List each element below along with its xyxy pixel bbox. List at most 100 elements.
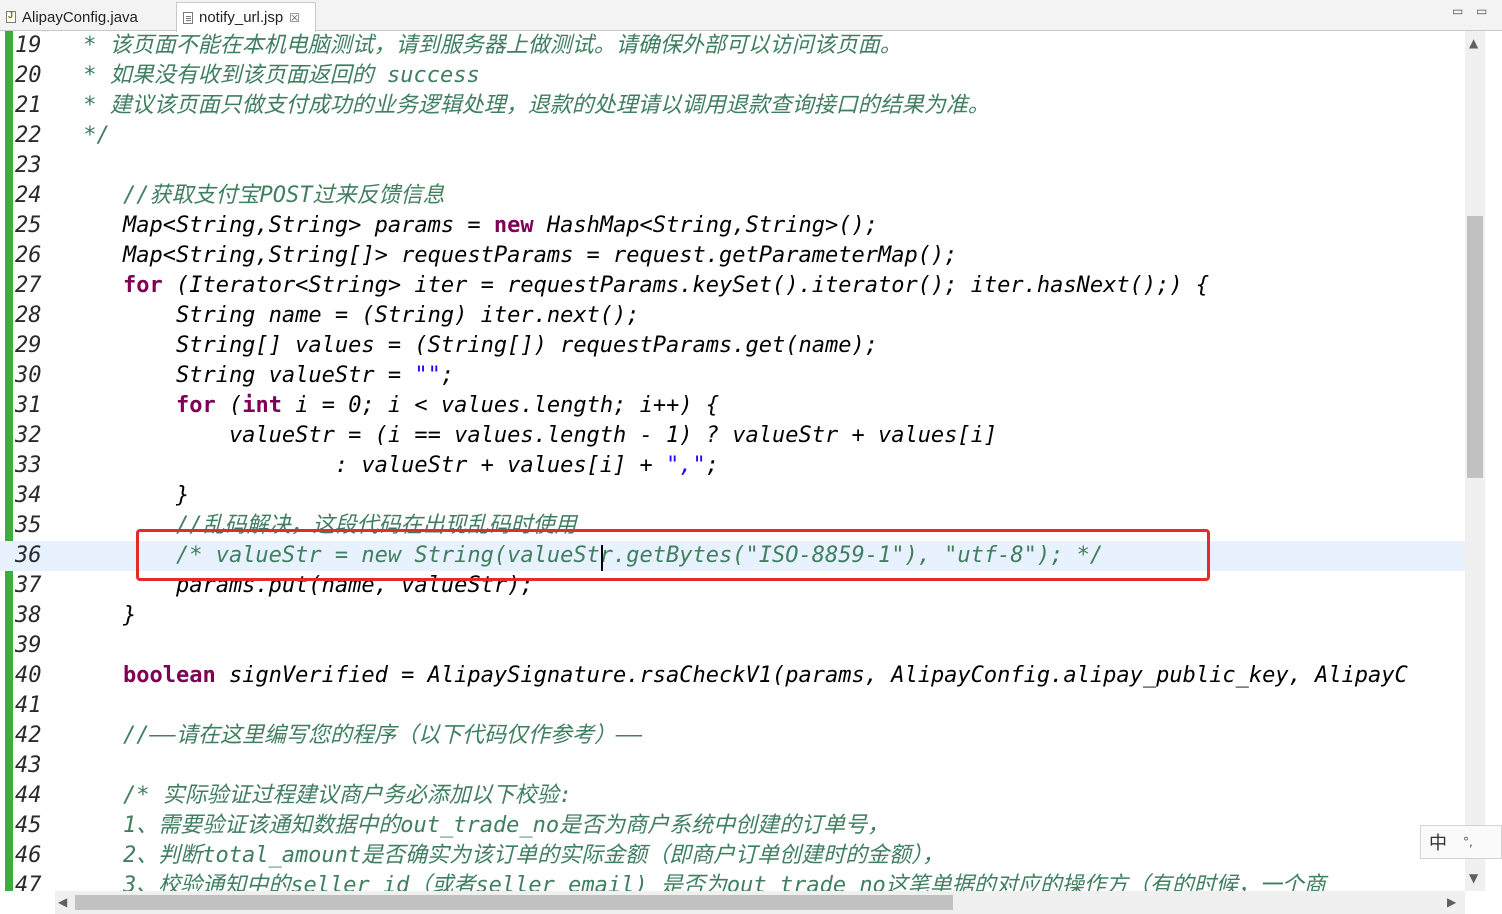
- code-token: (: [215, 393, 243, 418]
- line-number: 32: [15, 423, 42, 448]
- code-text: for (int i = 0; i < values.length; i++) …: [70, 391, 719, 421]
- code-string: ",": [666, 453, 706, 478]
- code-text: String valueStr = "";: [70, 361, 454, 391]
- code-comment: 1、需要验证该通知数据中的out_trade_no是否为商户系统中创建的订单号，: [70, 813, 890, 838]
- code-line[interactable]: 32 valueStr = (i == values.length - 1) ?…: [0, 421, 1465, 451]
- code-token: i = 0; i < values.length; i++) {: [281, 393, 720, 418]
- code-text: */: [70, 121, 110, 151]
- code-text: * 该页面不能在本机电脑测试，请到服务器上做测试。请确保外部可以访问该页面。: [70, 31, 902, 61]
- scroll-right-icon[interactable]: ▶: [1447, 895, 1456, 909]
- horizontal-scrollbar[interactable]: ◀ ▶: [55, 891, 1465, 914]
- code-line[interactable]: 22 */: [0, 121, 1465, 151]
- line-number: 47: [15, 873, 42, 891]
- code-line[interactable]: 31 for (int i = 0; i < values.length; i+…: [0, 391, 1465, 421]
- line-number: 23: [15, 153, 42, 178]
- code-editor[interactable]: 19 * 该页面不能在本机电脑测试，请到服务器上做测试。请确保外部可以访问该页面…: [0, 31, 1502, 914]
- line-number: 29: [15, 333, 42, 358]
- code-token: }: [70, 603, 137, 628]
- close-tab-icon[interactable]: ☒: [289, 11, 300, 25]
- code-text: boolean signVerified = AlipaySignature.r…: [70, 661, 1408, 691]
- code-line[interactable]: 23: [0, 151, 1465, 181]
- code-text: String name = (String) iter.next();: [70, 301, 640, 331]
- code-line[interactable]: 25 Map<String,String> params = new HashM…: [0, 211, 1465, 241]
- code-keyword: for: [122, 273, 163, 298]
- code-line[interactable]: 26 Map<String,String[]> requestParams = …: [0, 241, 1465, 271]
- ime-indicator[interactable]: 中 °,: [1420, 825, 1502, 859]
- code-token: String[] values = (String[]) requestPara…: [70, 333, 878, 358]
- code-token: (Iterator<String> iter = requestParams.k…: [162, 273, 1210, 298]
- code-line[interactable]: 45 1、需要验证该通知数据中的out_trade_no是否为商户系统中创建的订…: [0, 811, 1465, 841]
- code-comment: 3、校验通知中的seller_id（或者seller_email) 是否为out…: [70, 873, 1326, 891]
- ime-mode-label: 中: [1429, 833, 1447, 854]
- code-comment: //——请在这里编写您的程序（以下代码仅作参考）——: [70, 723, 643, 748]
- code-line[interactable]: 33 : valueStr + values[i] + ",";: [0, 451, 1465, 481]
- horizontal-scroll-thumb[interactable]: [75, 895, 953, 910]
- line-number: 19: [15, 33, 42, 58]
- code-token: Map<String,String[]> requestParams = req…: [70, 243, 958, 268]
- code-text: : valueStr + values[i] + ",";: [70, 451, 719, 481]
- tab-alipayconfig-java[interactable]: AlipayConfig.java: [0, 3, 174, 31]
- code-text: * 建议该页面只做支付成功的业务逻辑处理，退款的处理请以调用退款查询接口的结果为…: [70, 91, 990, 121]
- code-line[interactable]: 24 //获取支付宝POST过来反馈信息: [0, 181, 1465, 211]
- code-line[interactable]: 40 boolean signVerified = AlipaySignatur…: [0, 661, 1465, 691]
- code-line[interactable]: 39: [0, 631, 1465, 661]
- code-token: valueStr = (i == values.length - 1) ? va…: [70, 423, 998, 448]
- scroll-left-icon[interactable]: ◀: [58, 895, 67, 909]
- line-number: 40: [15, 663, 42, 688]
- scroll-up-icon[interactable]: ▲: [1469, 36, 1478, 50]
- code-text: String[] values = (String[]) requestPara…: [70, 331, 878, 361]
- line-number: 28: [15, 303, 42, 328]
- line-number: 46: [15, 843, 42, 868]
- tab-notify-url-jsp[interactable]: notify_url.jsp ☒: [176, 2, 316, 32]
- code-token: }: [70, 483, 190, 508]
- code-line[interactable]: 44 /* 实际验证过程建议商户务必添加以下校验:: [0, 781, 1465, 811]
- code-comment: 2、判断total_amount是否确实为该订单的实际金额（即商户订单创建时的金…: [70, 843, 945, 868]
- code-token: ;: [440, 363, 455, 388]
- code-text: 2、判断total_amount是否确实为该订单的实际金额（即商户订单创建时的金…: [70, 841, 944, 871]
- code-text: Map<String,String> params = new HashMap<…: [70, 211, 878, 241]
- code-line[interactable]: 21 * 建议该页面只做支付成功的业务逻辑处理，退款的处理请以调用退款查询接口的…: [0, 91, 1465, 121]
- code-line[interactable]: 27 for (Iterator<String> iter = requestP…: [0, 271, 1465, 301]
- code-line[interactable]: 19 * 该页面不能在本机电脑测试，请到服务器上做测试。请确保外部可以访问该页面…: [0, 31, 1465, 61]
- code-text: 1、需要验证该通知数据中的out_trade_no是否为商户系统中创建的订单号，: [70, 811, 889, 841]
- line-number: 44: [15, 783, 42, 808]
- scroll-down-icon[interactable]: ▼: [1469, 871, 1478, 885]
- text-caret: [601, 545, 603, 571]
- line-number: 26: [15, 243, 42, 268]
- code-text: //——请在这里编写您的程序（以下代码仅作参考）——: [70, 721, 642, 751]
- code-lines[interactable]: 19 * 该页面不能在本机电脑测试，请到服务器上做测试。请确保外部可以访问该页面…: [0, 31, 1465, 891]
- code-line[interactable]: 41: [0, 691, 1465, 721]
- editor-tab-bar: AlipayConfig.java notify_url.jsp ☒ ▭ ▭: [0, 0, 1502, 32]
- minimize-icon[interactable]: ▭: [1452, 4, 1463, 18]
- code-text: valueStr = (i == values.length - 1) ? va…: [70, 421, 997, 451]
- line-number: 43: [15, 753, 42, 778]
- code-line[interactable]: 47 3、校验通知中的seller_id（或者seller_email) 是否为…: [0, 871, 1465, 891]
- code-line[interactable]: 46 2、判断total_amount是否确实为该订单的实际金额（即商户订单创建…: [0, 841, 1465, 871]
- vertical-scroll-thumb[interactable]: [1467, 216, 1483, 478]
- code-token: String name = (String) iter.next();: [70, 303, 640, 328]
- java-file-icon: [6, 10, 16, 23]
- code-text: //获取支付宝POST过来反馈信息: [70, 181, 444, 211]
- line-number: 22: [15, 123, 42, 148]
- code-line[interactable]: 38 }: [0, 601, 1465, 631]
- code-token: String valueStr =: [70, 363, 415, 388]
- vertical-scrollbar[interactable]: ▲ ▼: [1465, 31, 1485, 891]
- line-number: 41: [15, 693, 42, 718]
- code-line[interactable]: 29 String[] values = (String[]) requestP…: [0, 331, 1465, 361]
- code-text: for (Iterator<String> iter = requestPara…: [70, 271, 1209, 301]
- code-line[interactable]: 28 String name = (String) iter.next();: [0, 301, 1465, 331]
- code-line[interactable]: 30 String valueStr = "";: [0, 361, 1465, 391]
- code-line[interactable]: 20 * 如果没有收到该页面返回的 success: [0, 61, 1465, 91]
- code-text: }: [70, 601, 136, 631]
- code-token: HashMap<String,String>();: [533, 213, 878, 238]
- code-line[interactable]: 43: [0, 751, 1465, 781]
- line-number: 33: [15, 453, 42, 478]
- code-token: signVerified = AlipaySignature.rsaCheckV…: [215, 663, 1408, 688]
- code-comment: //获取支付宝POST过来反馈信息: [70, 183, 445, 208]
- maximize-icon[interactable]: ▭: [1476, 4, 1487, 18]
- code-line[interactable]: 34 }: [0, 481, 1465, 511]
- code-line[interactable]: 42 //——请在这里编写您的程序（以下代码仅作参考）——: [0, 721, 1465, 751]
- tab-label: notify_url.jsp: [199, 9, 284, 26]
